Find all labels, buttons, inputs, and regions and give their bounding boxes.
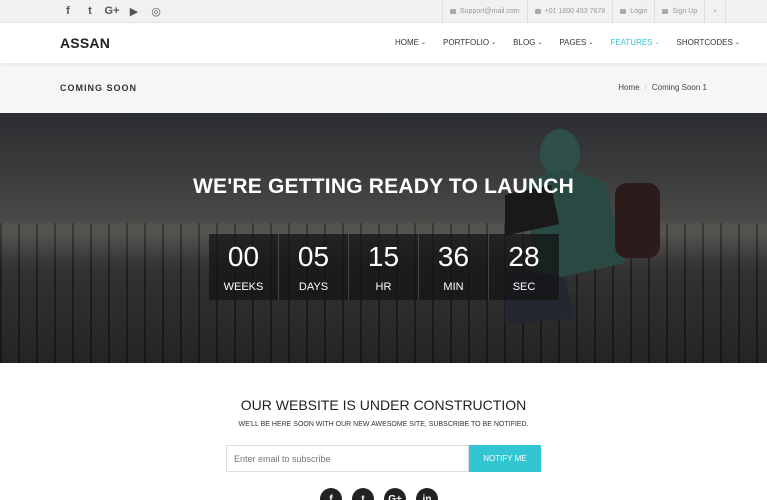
countdown-minutes: 36 MIN — [419, 234, 489, 300]
nav-item-home[interactable]: HOME ⌄ — [395, 38, 426, 47]
signup-text: Sign Up — [672, 8, 698, 15]
nav-label: PAGES — [559, 38, 587, 47]
nav-item-pages[interactable]: PAGES ⌄ — [559, 38, 593, 47]
nav-label: BLOG — [513, 38, 536, 47]
breadcrumb-separator: / — [644, 83, 647, 92]
chevron-down-icon: ⌄ — [491, 40, 497, 46]
instagram-icon[interactable]: ◎ — [150, 4, 162, 18]
countdown-label: HR — [375, 281, 392, 293]
breadcrumb: Home / Coming Soon 1 — [618, 83, 707, 92]
hero-title: WE'RE GETTING READY TO LAUNCH — [192, 175, 575, 198]
top-bar: f t G+ ▶ ◎ Support@mail.com +01 1800 453… — [0, 0, 767, 23]
countdown-label: DAYS — [298, 281, 329, 293]
countdown-label: MIN — [443, 281, 464, 293]
subscribe-form: NOTIFY ME — [226, 445, 541, 472]
email-link[interactable]: Support@mail.com — [442, 0, 527, 23]
hero-banner: WE'RE GETTING READY TO LAUNCH 00 WEEKS 0… — [0, 113, 767, 363]
facebook-icon[interactable]: f — [62, 4, 74, 18]
countdown-label: WEEKS — [223, 281, 264, 293]
bottom-social-links: f t G+ in — [320, 488, 438, 500]
phone-link[interactable]: +01 1800 453 7678 — [526, 0, 613, 23]
envelope-icon — [450, 9, 456, 14]
facebook-icon[interactable]: f — [320, 488, 342, 500]
countdown-value: 00 — [227, 241, 260, 272]
nav-label: FEATURES — [610, 38, 653, 47]
login-link[interactable]: Login — [612, 0, 654, 23]
nav-label: HOME — [395, 38, 419, 47]
countdown-label: SEC — [512, 281, 536, 293]
nav-item-portfolio[interactable]: PORTFOLIO ⌄ — [443, 38, 496, 47]
page-title: COMING SOON — [60, 83, 138, 93]
chevron-down-icon: ⌄ — [537, 40, 543, 46]
email-subscribe-input[interactable] — [226, 445, 469, 472]
countdown-value: 36 — [437, 241, 470, 272]
countdown-hours: 15 HR — [349, 234, 419, 300]
nav-label: SHORTCODES — [676, 38, 733, 47]
phone-text: +01 1800 453 7678 — [544, 8, 606, 15]
chevron-down-icon: ⌄ — [734, 40, 740, 46]
countdown-value: 15 — [367, 241, 400, 272]
notify-me-button[interactable]: NOTIFY ME — [469, 445, 541, 472]
top-social-links: f t G+ ▶ ◎ — [62, 4, 162, 18]
construction-title: OUR WEBSITE IS UNDER CONSTRUCTION — [240, 397, 527, 413]
google-plus-icon[interactable]: G+ — [105, 4, 120, 18]
main-navbar: ASSAN HOME ⌄ PORTFOLIO ⌄ BLOG ⌄ PAGES ⌄ FEAT… — [0, 23, 767, 63]
youtube-icon[interactable]: ▶ — [128, 4, 140, 18]
nav-label: PORTFOLIO — [443, 38, 490, 47]
countdown-weeks: 00 WEEKS — [209, 234, 279, 300]
lock-icon — [620, 9, 627, 14]
twitter-icon[interactable]: t — [84, 4, 96, 18]
email-text: Support@mail.com — [460, 8, 520, 15]
construction-subtitle: WE'LL BE HERE SOON WITH OUR NEW AWESOME … — [238, 421, 529, 428]
main-nav: HOME ⌄ PORTFOLIO ⌄ BLOG ⌄ PAGES ⌄ FEATURES ⌄ … — [395, 38, 740, 47]
signup-link[interactable]: Sign Up — [654, 0, 704, 23]
nav-item-shortcodes[interactable]: SHORTCODES ⌄ — [677, 38, 740, 47]
search-icon: ⌕ — [713, 7, 718, 15]
breadcrumb-current: Coming Soon 1 — [651, 83, 707, 92]
search-button[interactable]: ⌕ — [704, 0, 727, 23]
chevron-down-icon: ⌄ — [421, 40, 427, 46]
countdown-timer: 00 WEEKS 05 DAYS 15 HR 36 MIN 28 SEC — [209, 234, 559, 300]
countdown-seconds: 28 SEC — [489, 234, 559, 300]
login-text: Login — [630, 8, 648, 15]
chevron-down-icon: ⌄ — [588, 40, 594, 46]
countdown-value: 28 — [508, 241, 540, 272]
top-bar-links: Support@mail.com +01 1800 453 7678 Login… — [442, 0, 727, 23]
countdown-value: 05 — [297, 241, 330, 272]
user-icon — [662, 9, 669, 14]
nav-item-blog[interactable]: BLOG ⌄ — [513, 38, 542, 47]
linkedin-icon[interactable]: in — [416, 488, 438, 500]
phone-icon — [534, 9, 541, 14]
twitter-icon[interactable]: t — [352, 488, 374, 500]
breadcrumb-home-link[interactable]: Home — [618, 83, 639, 92]
chevron-down-icon: ⌄ — [654, 40, 660, 46]
google-plus-icon[interactable]: G+ — [384, 488, 406, 500]
nav-item-features[interactable]: FEATURES ⌄ — [610, 38, 659, 47]
site-logo[interactable]: ASSAN — [60, 35, 110, 51]
countdown-days: 05 DAYS — [279, 234, 349, 300]
